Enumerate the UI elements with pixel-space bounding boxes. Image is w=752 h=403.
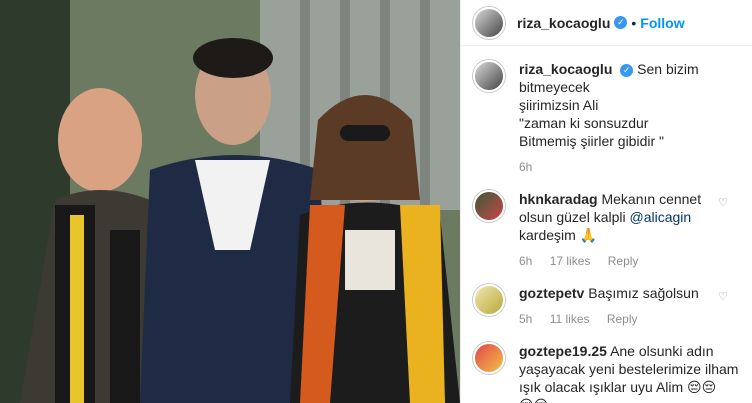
author-username[interactable]: riza_kocaoglu: [517, 15, 610, 31]
comment-text-3: ışık olacak ışıklar uyu Alim 😔😔: [519, 379, 717, 395]
comment-body: hknkaradag Mekanın cennet olsun güzel ka…: [519, 190, 740, 270]
comment-text: Başımız sağolsun: [588, 285, 699, 301]
comment-meta: 5h 11 likes Reply: [519, 310, 740, 328]
separator-dot: •: [631, 14, 637, 31]
caption-avatar[interactable]: [473, 60, 505, 92]
post-header: riza_kocaoglu ✓ • Follow: [461, 0, 752, 46]
verified-badge-icon: ✓: [620, 63, 634, 77]
comment-username[interactable]: hknkaradag: [519, 191, 598, 207]
post-photo[interactable]: [0, 0, 460, 403]
comment-likes[interactable]: 11 likes: [550, 312, 590, 326]
comment-text-4: 😔😔: [519, 396, 740, 403]
comment-item: goztepe19.25 Ane olsunki adın yaşayacak …: [473, 342, 740, 403]
comment-time[interactable]: 5h: [519, 312, 532, 326]
comment-meta: 6h 17 likes Reply: [519, 252, 740, 270]
comment-item: hknkaradag Mekanın cennet olsun güzel ka…: [473, 190, 740, 270]
comment-username[interactable]: goztepe19.25: [519, 343, 607, 359]
comment-avatar[interactable]: [473, 342, 505, 374]
comment-likes[interactable]: 17 likes: [550, 254, 591, 268]
caption-meta: 6h: [519, 158, 740, 176]
comment-body: goztepetv Başımız sağolsun 5h 11 likes R…: [519, 284, 740, 328]
verified-badge-icon: ✓: [614, 16, 628, 29]
comment-avatar[interactable]: [473, 284, 505, 316]
author-avatar[interactable]: [473, 6, 505, 39]
comment-text: Mekanın cennet: [601, 191, 702, 207]
photo-illustration: [0, 0, 460, 403]
comment-avatar[interactable]: [473, 190, 505, 222]
caption-text-3: "zaman ki sonsuzdur: [519, 115, 649, 131]
comment-time[interactable]: 6h: [519, 254, 532, 268]
caption-text-4: Bitmemiş şiirler gibidir ": [519, 133, 664, 149]
post-sidebar: riza_kocaoglu ✓ • Follow riza_kocaoglu ✓…: [460, 0, 752, 403]
comment-body: goztepe19.25 Ane olsunki adın yaşayacak …: [519, 342, 740, 403]
comment-username[interactable]: goztepetv: [519, 285, 584, 301]
caption-body: riza_kocaoglu ✓ Sen bizim bitmeyecek şii…: [519, 60, 740, 176]
comment-text: Ane olsunki adın: [610, 343, 714, 359]
like-heart-icon[interactable]: ♡: [718, 196, 728, 209]
comment-text-2: yaşayacak yeni bestelerimize ilham: [519, 361, 739, 377]
caption-text-2: şiirimizsin Ali: [519, 97, 599, 113]
caption: riza_kocaoglu ✓ Sen bizim bitmeyecek şii…: [473, 60, 740, 176]
comment-text-2: olsun güzel kalpli: [519, 209, 626, 225]
mention-link[interactable]: @alicagin: [630, 209, 692, 225]
follow-button[interactable]: Follow: [640, 15, 684, 31]
reply-button[interactable]: Reply: [607, 312, 638, 326]
comment-text-3: kardeşim 🙏: [519, 227, 598, 243]
instagram-post: riza_kocaoglu ✓ • Follow riza_kocaoglu ✓…: [0, 0, 752, 403]
comment-item: goztepetv Başımız sağolsun 5h 11 likes R…: [473, 284, 740, 328]
caption-username[interactable]: riza_kocaoglu: [519, 61, 612, 77]
caption-time[interactable]: 6h: [519, 160, 532, 174]
like-heart-icon[interactable]: ♡: [718, 290, 728, 303]
comments-thread: riza_kocaoglu ✓ Sen bizim bitmeyecek şii…: [461, 46, 752, 403]
reply-button[interactable]: Reply: [608, 254, 639, 268]
